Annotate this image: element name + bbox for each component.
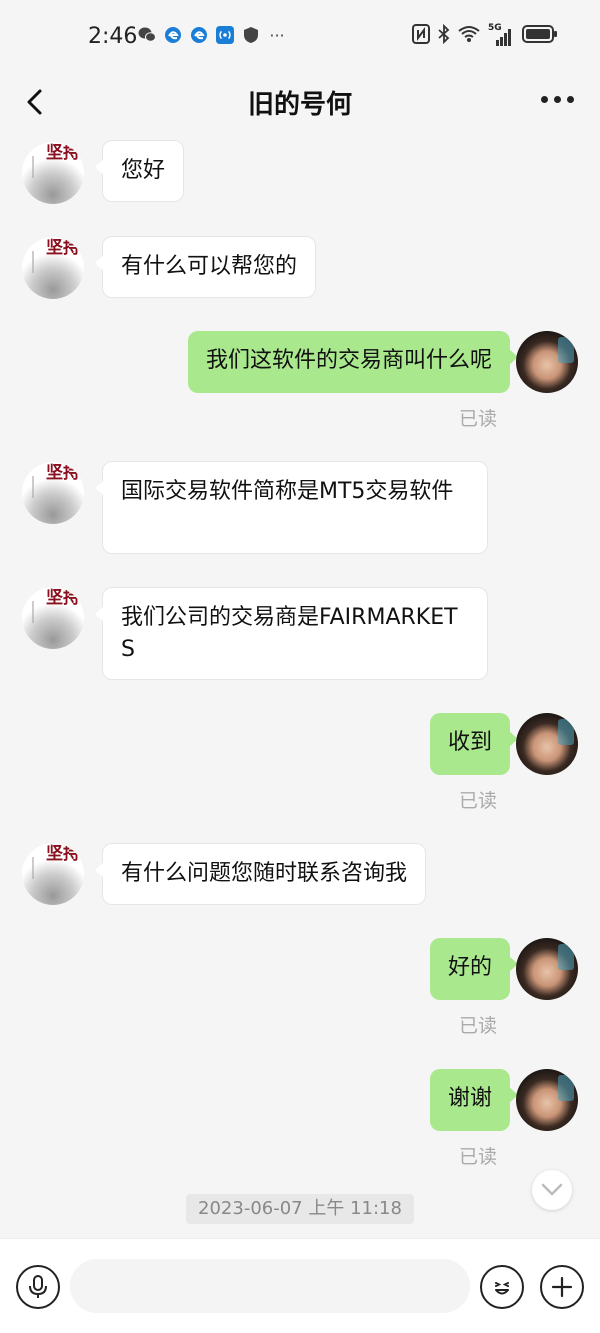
contact-avatar[interactable]: 坚持 bbox=[22, 843, 84, 905]
more-dots-icon bbox=[541, 96, 548, 103]
read-receipt: 已读 bbox=[459, 790, 498, 812]
scroll-to-bottom-button[interactable] bbox=[532, 1170, 572, 1210]
emoji-icon bbox=[495, 1282, 509, 1295]
message-bubble-received[interactable]: 有什么可以帮您的 bbox=[95, 236, 317, 298]
contact-avatar[interactable]: 坚持 bbox=[22, 462, 84, 524]
message-text: 有什么可以帮您的 bbox=[121, 254, 298, 279]
message-bubble-sent[interactable]: 好的 bbox=[429, 938, 518, 1000]
wechat-icon bbox=[138, 26, 156, 44]
input-bar bbox=[0, 1238, 600, 1333]
plus-icon bbox=[551, 1276, 573, 1298]
message-bubble-sent[interactable]: 收到 bbox=[429, 713, 518, 775]
message-bubble-received[interactable]: 我们公司的交易商是FAIRMARKETS bbox=[95, 587, 488, 680]
message-text: 您好 bbox=[121, 158, 166, 183]
status-time: 2:46 bbox=[88, 24, 138, 49]
message-text: 好的 bbox=[447, 955, 492, 980]
contact-avatar[interactable]: 坚持 bbox=[22, 237, 84, 299]
emoji-button[interactable] bbox=[480, 1265, 524, 1309]
bluetooth-icon bbox=[438, 23, 450, 49]
battery-icon bbox=[522, 24, 558, 49]
shield-icon bbox=[242, 26, 260, 44]
signal-5g-icon: 5G bbox=[488, 23, 514, 47]
read-receipt: 已读 bbox=[459, 1146, 498, 1168]
message-text: 我们公司的交易商是FAIRMARKETS bbox=[121, 605, 458, 662]
more-icon: ··· bbox=[269, 25, 285, 45]
message-bubble-received[interactable]: 国际交易软件简称是MT5交易软件 bbox=[95, 461, 488, 554]
user-avatar[interactable] bbox=[516, 938, 578, 1000]
nfc-icon bbox=[412, 24, 430, 49]
message-text: 谢谢 bbox=[447, 1086, 492, 1111]
contact-avatar[interactable]: 坚持 bbox=[22, 142, 84, 204]
message-text: 我们这软件的交易商叫什么呢 bbox=[205, 348, 492, 373]
voice-button[interactable] bbox=[16, 1265, 60, 1309]
read-receipt: 已读 bbox=[459, 408, 498, 430]
notification-icons: ··· bbox=[138, 25, 286, 45]
plus-button[interactable] bbox=[540, 1265, 584, 1309]
status-bar: 2:46 ··· 5G bbox=[0, 0, 600, 72]
wifi-icon bbox=[458, 25, 480, 48]
message-text: 国际交易软件简称是MT5交易软件 bbox=[121, 479, 454, 504]
message-input[interactable] bbox=[70, 1259, 470, 1313]
message-bubble-received[interactable]: 您好 bbox=[95, 140, 185, 202]
more-button[interactable] bbox=[541, 96, 574, 103]
message-timestamp: 2023-06-07 上午 11:18 bbox=[186, 1194, 414, 1224]
user-avatar[interactable] bbox=[516, 713, 578, 775]
chevron-down-icon bbox=[541, 1183, 563, 1196]
user-avatar[interactable] bbox=[516, 331, 578, 393]
message-bubble-received[interactable]: 有什么问题您随时联系咨询我 bbox=[95, 843, 427, 905]
browser-icon bbox=[164, 26, 182, 44]
user-avatar[interactable] bbox=[516, 1069, 578, 1131]
chat-title: 旧的号何 bbox=[247, 90, 352, 120]
chat-header: 旧的号何 bbox=[0, 72, 600, 134]
hotspot-icon bbox=[216, 26, 234, 44]
read-receipt: 已读 bbox=[459, 1015, 498, 1037]
message-bubble-sent[interactable]: 谢谢 bbox=[429, 1069, 518, 1131]
message-text: 收到 bbox=[447, 730, 492, 755]
contact-avatar[interactable]: 坚持 bbox=[22, 587, 84, 649]
microphone-icon bbox=[29, 1275, 47, 1298]
message-text: 有什么问题您随时联系咨询我 bbox=[121, 861, 408, 886]
message-bubble-sent[interactable]: 我们这软件的交易商叫什么呢 bbox=[187, 331, 518, 393]
system-icons: 5G bbox=[412, 23, 558, 49]
browser-icon bbox=[190, 26, 208, 44]
